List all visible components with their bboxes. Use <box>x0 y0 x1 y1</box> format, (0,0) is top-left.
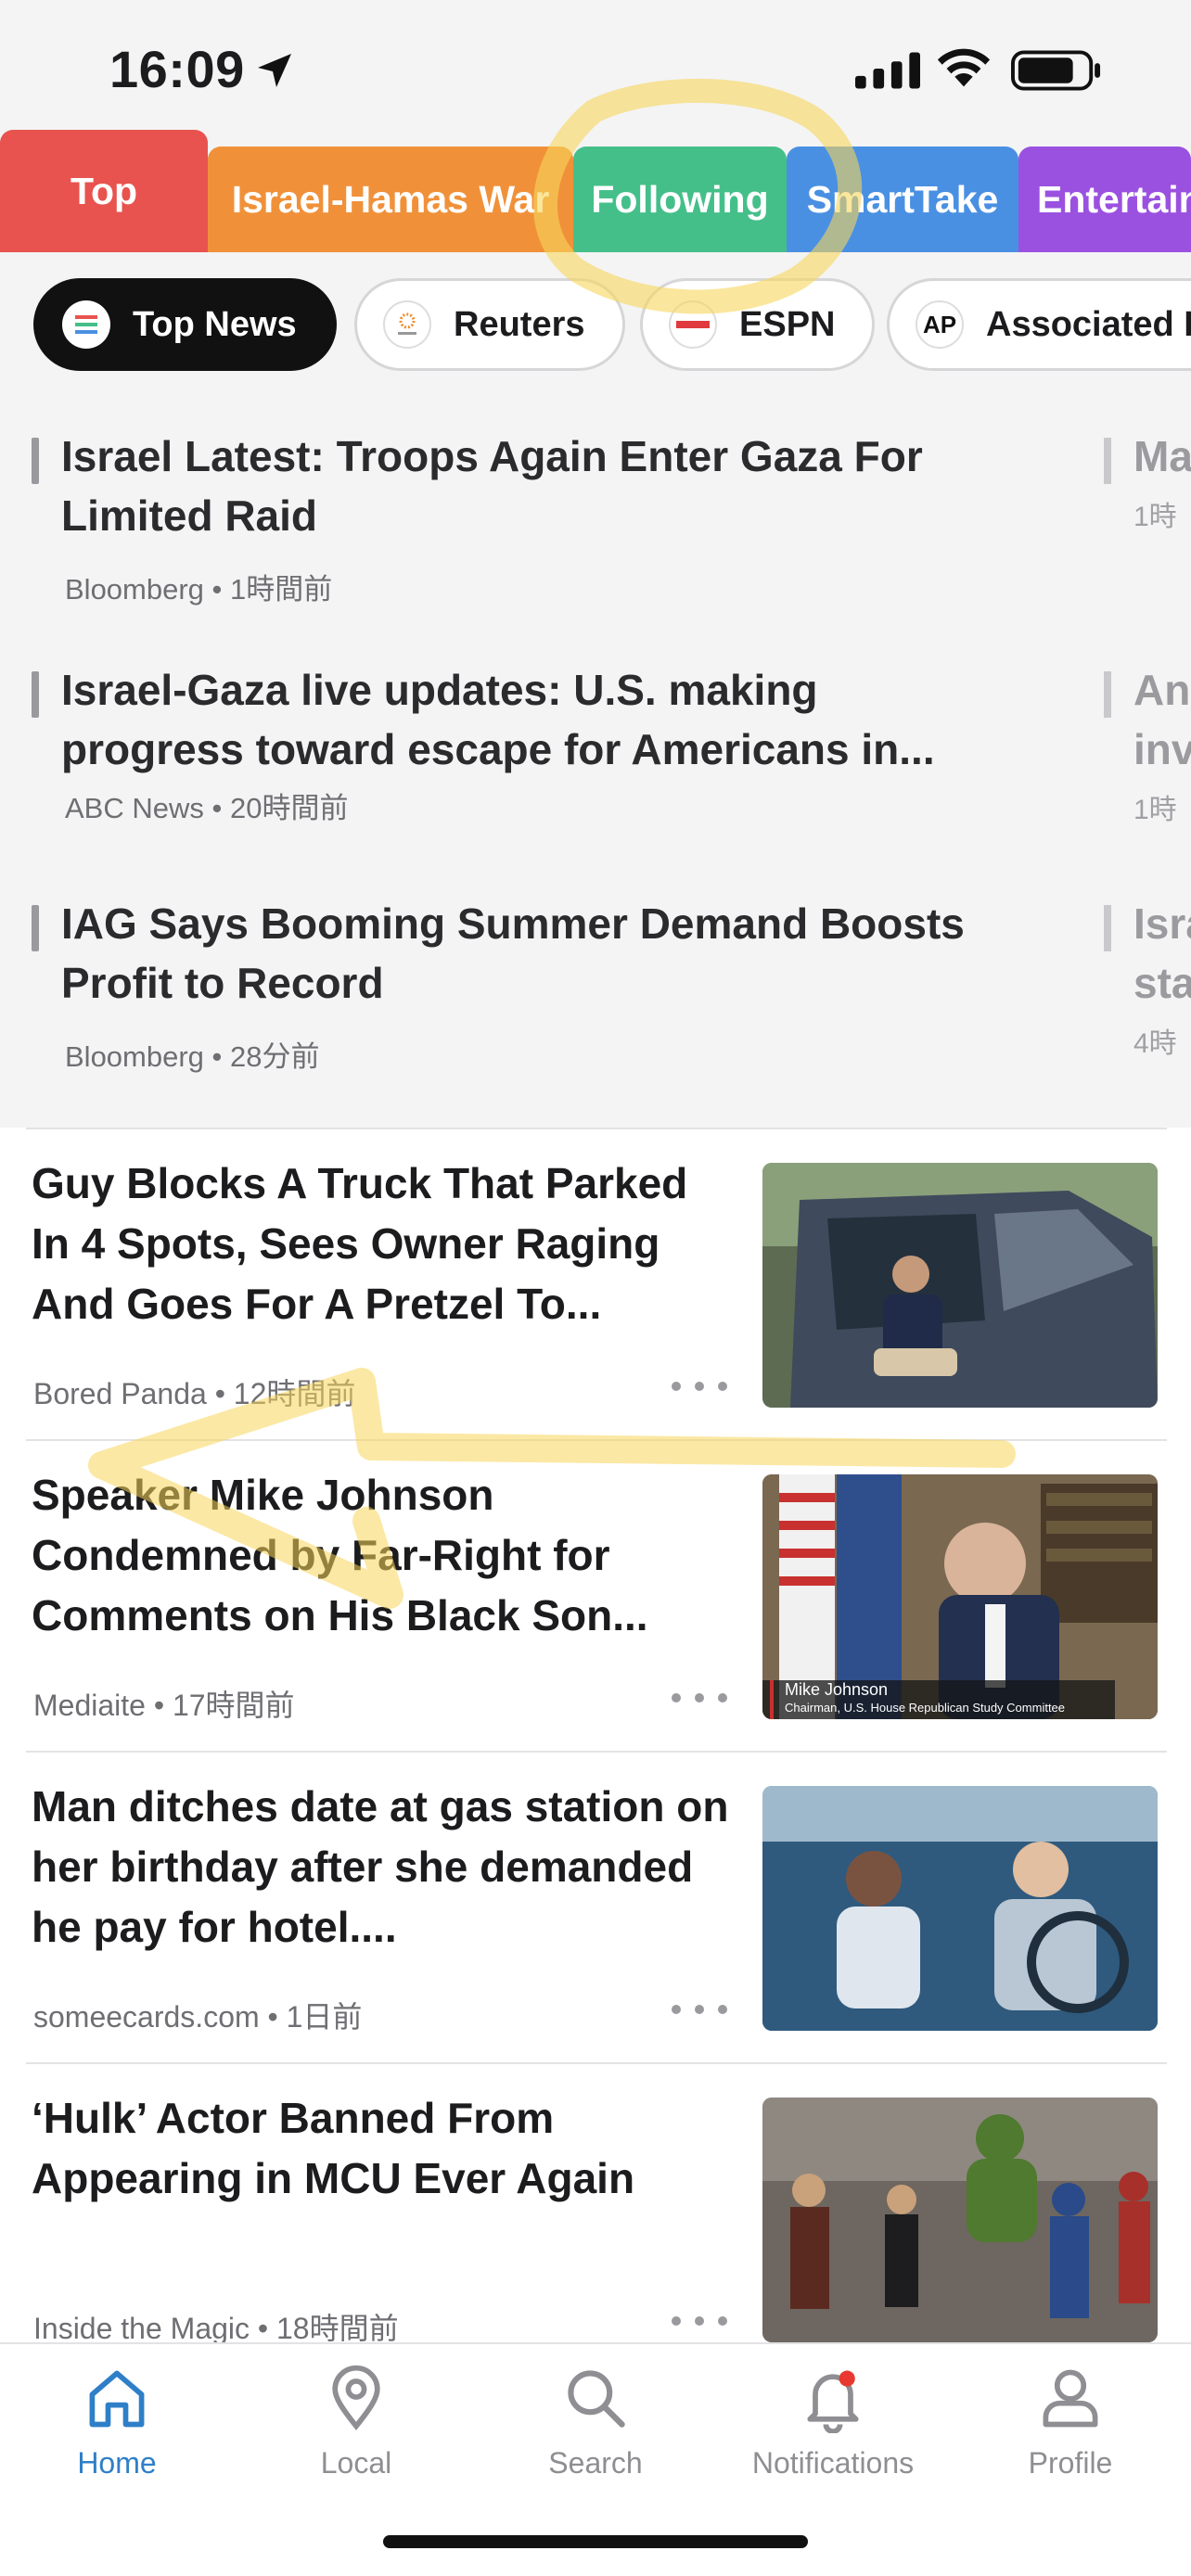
more-options-icon[interactable] <box>672 1996 727 2023</box>
headline-marker <box>32 438 39 484</box>
video-caption-name: Mike Johnson <box>785 1680 889 1699</box>
home-icon <box>89 2370 145 2428</box>
article-thumbnail <box>762 1786 1158 2031</box>
tab-label: Home <box>77 2446 157 2480</box>
peek-title-line2: inv <box>1133 725 1191 773</box>
headline-marker <box>1104 438 1111 484</box>
search-icon <box>568 2370 625 2428</box>
list-item[interactable]: Man ditches date at gas station on her b… <box>26 1751 1167 2062</box>
list-item[interactable]: Guy Blocks A Truck That Parked In 4 Spot… <box>26 1128 1167 1439</box>
headline-marker <box>1104 671 1111 718</box>
video-caption-role: Chairman, U.S. House Republican Study Co… <box>785 1701 1066 1715</box>
location-pin-icon <box>332 2365 380 2430</box>
peek-title-line2: sta <box>1133 959 1191 1007</box>
peek-title: An <box>1133 666 1191 714</box>
article-thumbnail: Mike Johnson Chairman, U.S. House Republ… <box>762 1474 1158 1719</box>
source-pill-label: Reuters <box>454 304 585 344</box>
list-item[interactable]: Speaker Mike Johnson Condemned by Far-Ri… <box>26 1439 1167 1751</box>
article-title: Man ditches date at gas station on her b… <box>32 1782 729 1951</box>
next-column-headline[interactable]: An inv 1時 <box>1104 660 1191 827</box>
tab-home[interactable]: Home <box>6 2363 228 2502</box>
tab-notifications[interactable]: Notifications <box>722 2363 944 2502</box>
more-options-icon[interactable] <box>672 2307 727 2335</box>
tab-label: Profile <box>1028 2446 1113 2480</box>
article-meta: Bored Panda • 12時間前 <box>33 1377 356 1410</box>
status-time: 16:09 <box>109 40 245 98</box>
headline-marker <box>32 905 39 951</box>
article-thumbnail <box>762 2098 1158 2342</box>
source-pill-espn[interactable]: ESPN <box>640 278 876 371</box>
headline-item[interactable]: Israel-Gaza live updates: U.S. making pr… <box>32 660 1005 826</box>
headline-title: IAG Says Booming Summer Demand Boosts Pr… <box>61 899 965 1007</box>
top-news-logo-icon <box>62 300 110 349</box>
article-thumbnail <box>762 1163 1158 1408</box>
peek-time: 1時 <box>1133 795 1177 825</box>
status-bar: 16:09 <box>0 0 1191 130</box>
source-pill-associated-press[interactable]: AP Associated Press <box>887 278 1191 371</box>
top-headlines-section: Israel Latest: Troops Again Enter Gaza F… <box>0 397 1191 1128</box>
peek-title: Isra <box>1133 899 1191 948</box>
headline-item[interactable]: Israel Latest: Troops Again Enter Gaza F… <box>32 427 1005 607</box>
next-column-headline[interactable]: Ma 1時 <box>1104 427 1191 534</box>
headline-meta: ABC News • 20時間前 <box>65 792 349 824</box>
source-filter-row: Top News Reuters ESPN AP Associated Pres… <box>0 252 1191 397</box>
tab-local[interactable]: Local <box>245 2363 467 2502</box>
more-options-icon[interactable] <box>672 1684 727 1712</box>
person-icon <box>1043 2369 1098 2428</box>
tab-smarttake[interactable]: SmartTake <box>787 147 1018 252</box>
article-title: Speaker Mike Johnson Condemned by Far-Ri… <box>32 1471 648 1639</box>
list-item[interactable]: ‘Hulk’ Actor Banned From Appearing in MC… <box>26 2062 1167 2374</box>
tab-label: Local <box>320 2446 392 2480</box>
tab-profile[interactable]: Profile <box>959 2363 1182 2502</box>
ap-logo-icon: AP <box>916 300 964 349</box>
headline-marker <box>32 671 39 718</box>
tab-top[interactable]: Top <box>0 130 208 252</box>
location-arrow-icon <box>258 54 291 87</box>
peek-time: 4時 <box>1133 1028 1177 1059</box>
espn-logo-icon <box>669 300 717 349</box>
tab-israel-hamas-war[interactable]: Israel-Hamas War <box>208 147 573 252</box>
more-options-icon[interactable] <box>672 1372 727 1400</box>
source-pill-top-news[interactable]: Top News <box>33 278 337 371</box>
tab-following[interactable]: Following <box>573 147 787 252</box>
wifi-icon <box>937 48 991 87</box>
home-indicator <box>383 2535 808 2548</box>
tab-search[interactable]: Search <box>484 2363 707 2502</box>
source-pill-label: Associated Press <box>986 304 1191 344</box>
headline-title: Israel Latest: Troops Again Enter Gaza F… <box>61 432 923 540</box>
headline-meta: Bloomberg • 1時間前 <box>65 573 333 606</box>
headline-meta: Bloomberg • 28分前 <box>65 1040 320 1073</box>
peek-time: 1時 <box>1133 502 1177 532</box>
article-title: ‘Hulk’ Actor Banned From Appearing in MC… <box>32 2094 635 2202</box>
article-meta: someecards.com • 1日前 <box>33 2000 363 2034</box>
tab-label: Search <box>548 2446 643 2480</box>
category-tab-bar: Top Israel-Hamas War Following SmartTake… <box>0 130 1191 252</box>
bell-icon <box>807 2370 859 2433</box>
headline-marker <box>1104 905 1111 951</box>
source-pill-reuters[interactable]: Reuters <box>354 278 625 371</box>
cellular-signal-icon <box>855 52 920 89</box>
source-pill-label: ESPN <box>739 304 836 344</box>
headline-title: Israel-Gaza live updates: U.S. making pr… <box>61 666 935 773</box>
headline-item[interactable]: IAG Says Booming Summer Demand Boosts Pr… <box>32 894 1005 1075</box>
reuters-logo-icon <box>383 300 431 349</box>
article-meta: Mediaite • 17時間前 <box>33 1689 295 1722</box>
article-title: Guy Blocks A Truck That Parked In 4 Spot… <box>32 1159 688 1328</box>
peek-title: Ma <box>1133 432 1191 480</box>
battery-icon <box>1011 50 1101 91</box>
tab-label: Notifications <box>751 2446 915 2480</box>
source-pill-label: Top News <box>133 304 297 344</box>
next-column-headline[interactable]: Isra sta 4時 <box>1104 894 1191 1061</box>
tab-entertainment[interactable]: Entertainment <box>1018 147 1191 252</box>
